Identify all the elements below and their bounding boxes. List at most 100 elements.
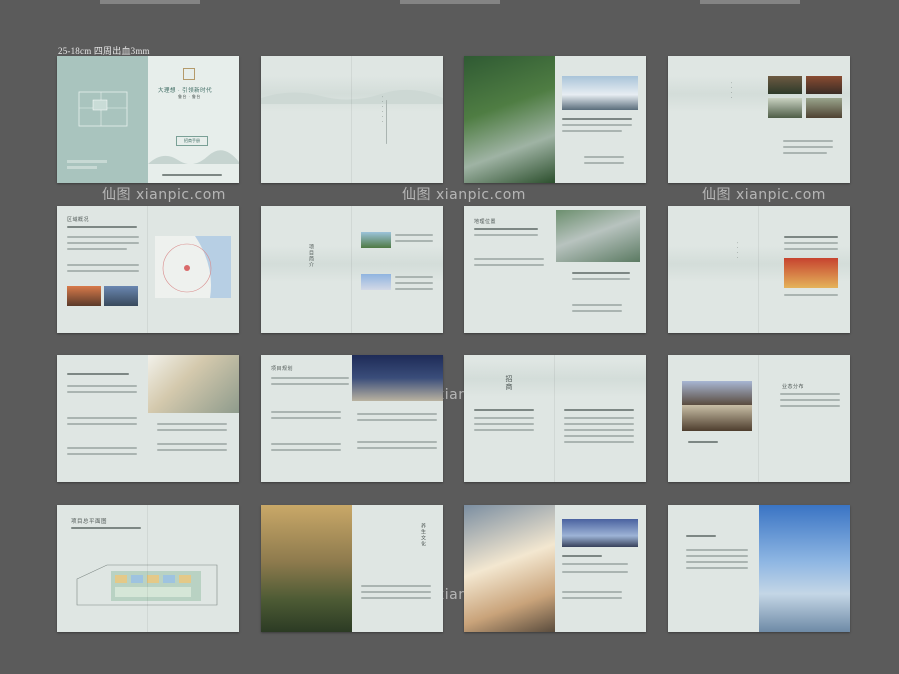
- skyscraper-photo: [464, 505, 555, 632]
- text-block: [780, 405, 840, 407]
- text-block: [67, 453, 137, 455]
- spread-10[interactable]: 项目规划: [261, 355, 443, 482]
- text-block: [474, 417, 534, 419]
- text-block: [564, 417, 634, 419]
- text-block: [564, 409, 634, 411]
- mountain-sunset-photo: [261, 505, 352, 632]
- text-block: [395, 234, 433, 236]
- spread-13[interactable]: 项目总平面图: [57, 505, 239, 632]
- landscape-photo: [361, 232, 391, 248]
- text-block: [783, 140, 833, 142]
- vertical-poem: · · · ·: [728, 82, 733, 100]
- mountain-ink-icon: [148, 150, 239, 164]
- text-block: [688, 441, 718, 443]
- spread-5[interactable]: 区域概况: [57, 206, 239, 333]
- text-block: [395, 288, 433, 290]
- spread-14[interactable]: 养生文化: [261, 505, 443, 632]
- text-block: [584, 162, 624, 164]
- text-block: [157, 443, 227, 445]
- food-photo: [67, 286, 101, 306]
- text-block: [67, 236, 139, 238]
- text-block: [780, 393, 840, 395]
- text-block: [357, 413, 437, 415]
- text-block: [564, 435, 634, 437]
- text-block: [572, 272, 630, 274]
- text-block: [361, 591, 431, 593]
- spread-7[interactable]: 地理位置: [464, 206, 646, 333]
- spread-11[interactable]: 招商: [464, 355, 646, 482]
- fold: [351, 206, 352, 333]
- section-heading: 区域概况: [67, 218, 90, 223]
- temple-photo: [806, 76, 842, 94]
- text-block: [474, 228, 538, 230]
- text-block: [474, 234, 538, 236]
- back-cover: [57, 56, 148, 183]
- section-heading: 项目简介: [308, 244, 313, 268]
- text-block: [67, 248, 127, 250]
- city-photo: [104, 286, 138, 306]
- text-block: [562, 130, 622, 132]
- text-block: [562, 597, 622, 599]
- city-night-photo: [562, 519, 638, 547]
- text-block: [564, 429, 634, 431]
- spread-16[interactable]: [668, 505, 850, 632]
- text-block: [474, 264, 544, 266]
- spread-9[interactable]: [57, 355, 239, 482]
- logo-icon: [183, 68, 195, 80]
- spread-4[interactable]: · · · ·: [668, 56, 850, 183]
- spread-6[interactable]: 项目简介: [261, 206, 443, 333]
- text-block: [783, 152, 827, 154]
- text-block: [686, 561, 748, 563]
- text-block: [784, 242, 838, 244]
- section-heading: 地理位置: [474, 220, 497, 225]
- fold: [758, 206, 759, 333]
- text-block: [562, 118, 632, 120]
- text-block: [71, 527, 141, 529]
- text-block: [67, 423, 137, 425]
- text-block: [474, 409, 534, 411]
- text-block: [562, 555, 602, 557]
- spread-2[interactable]: · · · · · ·: [261, 56, 443, 183]
- text-block: [271, 383, 349, 385]
- text-block: [562, 591, 622, 593]
- text-block: [67, 242, 139, 244]
- waterfall-photo: [768, 98, 802, 118]
- rule: [386, 100, 387, 144]
- spread-8[interactable]: · · · ·: [668, 206, 850, 333]
- forest-photo: [464, 56, 555, 183]
- text-block: [474, 423, 534, 425]
- location-map-icon: [67, 91, 128, 169]
- text-block: [67, 270, 139, 272]
- spread-cover[interactable]: 大理想 · 引领新时代 鲁台 · 鲁台 招商手册: [57, 56, 239, 183]
- text-block: [67, 373, 129, 375]
- spread-12[interactable]: 业态分布: [668, 355, 850, 482]
- vertical-poem: · · · · · ·: [379, 96, 384, 124]
- fold: [147, 505, 148, 632]
- brochure-grid: 大理想 · 引领新时代 鲁台 · 鲁台 招商手册 · · · · · · · ·…: [57, 56, 851, 632]
- night-render-photo: [352, 355, 443, 401]
- text-block: [67, 385, 137, 387]
- spread-3[interactable]: [464, 56, 646, 183]
- text-block: [357, 447, 437, 449]
- text-block: [395, 240, 433, 242]
- spread-15[interactable]: [464, 505, 646, 632]
- watermark-bar: [400, 0, 500, 4]
- section-heading: 项目总平面图: [71, 519, 108, 525]
- text-block: [784, 294, 838, 296]
- cover-title: 大理想 · 引领新时代: [158, 88, 213, 94]
- text-block: [474, 429, 534, 431]
- text-block: [686, 555, 748, 557]
- section-heading: 招商: [505, 375, 513, 391]
- text-block: [157, 449, 227, 451]
- interior-photo: [682, 381, 752, 405]
- text-block: [67, 417, 137, 419]
- region-map-icon: [155, 236, 231, 298]
- text-block: [783, 146, 833, 148]
- text-block: [271, 449, 341, 451]
- text-block: [564, 423, 634, 425]
- text-block: [357, 419, 437, 421]
- sky-photo: [361, 274, 391, 290]
- text-block: [572, 278, 630, 280]
- text-block: [157, 429, 227, 431]
- text-block: [584, 156, 624, 158]
